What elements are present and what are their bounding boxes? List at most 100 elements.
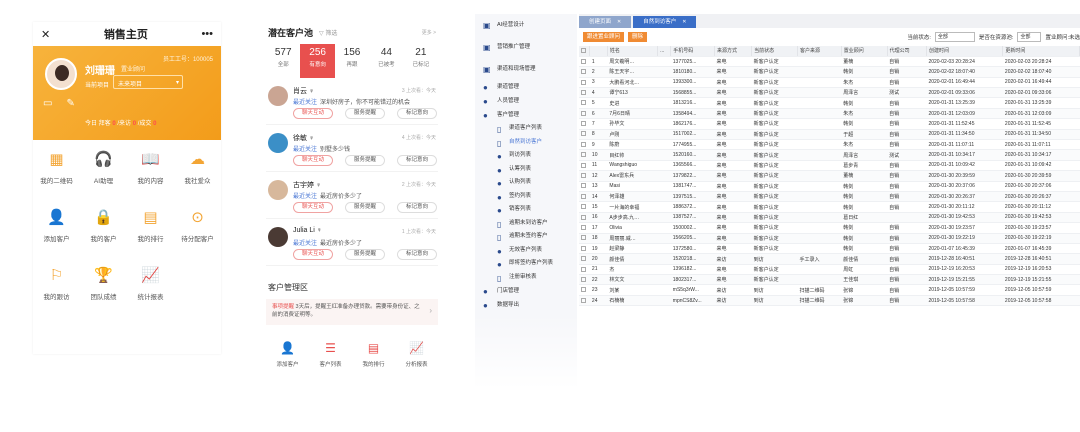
list-item[interactable]: 古宇婷 ♀ 2 上次看：今天 最近关注 最近房价多少了 聊天互动 服务提醒 标记意向 (266, 172, 438, 219)
checkbox[interactable] (581, 276, 586, 282)
table-row[interactable]: 15 一片海的幸福 1886372... 来电 新客户认定 韩剑 自销 2020-01-30 … (579, 201, 1080, 213)
reminder-notice[interactable]: 事项提醒 3天后，提醒王红准备办理贷款。需要带身份证、之前的消费证明等。 › (266, 299, 438, 325)
tab[interactable]: 自然到访客户 ✕ (633, 16, 697, 28)
checkbox[interactable] (581, 245, 586, 251)
sidebar-item[interactable]: ● 渠道管理 (475, 80, 577, 94)
sidebar-item[interactable]: ▯ 逾期未签约客户 (475, 230, 577, 244)
status-filter-select[interactable]: 全部 (934, 32, 975, 42)
stat-tab[interactable]: 577 全部 (266, 44, 300, 78)
list-item[interactable]: 肖云 ♀ 3 上次看：今天 最近关注 深圳好房子，你不可能错过的机会 聊天互动 服务提醒标… (266, 78, 438, 125)
table-row[interactable]: 4 谭宁613 1568855... 来电 新客户认定 周泽言 测试 2020-02-01 0… (579, 87, 1080, 99)
stat-tab[interactable]: 156 再跟 (335, 44, 369, 78)
adviser-filter-value[interactable]: 未选 (1069, 33, 1080, 41)
column-header[interactable]: 手机号码 (670, 46, 715, 57)
column-header[interactable]: ... (657, 46, 672, 57)
close-icon[interactable]: ✕ (617, 19, 621, 25)
card-icon[interactable]: ▭ (43, 98, 52, 109)
checkbox[interactable] (581, 204, 586, 210)
list-item[interactable]: 徐敏 ♀ 4 上次看：今天 最近关注 别墅多少钱 聊天互动 服务提醒 标记意向 (266, 125, 438, 172)
table-row[interactable]: 21 杰 1396182... 来电 新客户认定 周虹 自销 2019-12-19 16:20… (579, 264, 1080, 276)
more-link[interactable]: 更多 > (422, 29, 436, 36)
sidebar-item[interactable]: ● 到访列表 (475, 149, 577, 163)
table-row[interactable]: 8 卢刚 1517002... 来电 新客户认定 于超 自销 2020-01-31 11:34… (579, 129, 1080, 141)
sidebar-item[interactable]: ● 认购列表 (475, 176, 577, 190)
checkbox[interactable] (581, 48, 586, 54)
remind-button[interactable]: 服务提醒 (345, 108, 386, 119)
column-header[interactable]: 创建时间 (926, 46, 1004, 57)
checkbox[interactable] (581, 266, 586, 272)
table-row[interactable]: 20 颜佳倩 1520218... 来访 到访 手工录入 颜佳倩 自销 2019-12-28 1… (579, 253, 1080, 265)
remind-button[interactable]: 服务提醒 (345, 155, 386, 166)
menu-item[interactable]: ⊙ 待分配客户 (174, 202, 221, 248)
sidebar-item[interactable]: ▣ 营销推广管理 (475, 36, 577, 58)
checkbox[interactable] (581, 287, 586, 293)
tab[interactable]: 创建页面 ✕ (579, 16, 632, 28)
menu-item[interactable]: ▤ 我的排行 (127, 202, 174, 248)
checkbox[interactable] (581, 256, 586, 262)
delete-button[interactable]: 删除 (628, 32, 648, 42)
table-row[interactable]: 24 石楠楠 mpnCS8Zv... 来访 到访 扫描二维码 张锦 自销 2019-12-05 … (579, 295, 1080, 307)
table-row[interactable]: 18 周丽丽.威… 1566205... 来电 新客户认定 韩剑 自销 2020-01-30 … (579, 233, 1080, 244)
table-row[interactable]: 19 赵梁静 1372580... 来电 新客户认定 韩剑 自销 2020-01-07 16:… (579, 243, 1080, 255)
pool-filter-select[interactable]: 全部 (1017, 32, 1042, 42)
column-header[interactable]: 来源方式 (714, 46, 753, 57)
checkbox[interactable] (581, 152, 586, 158)
menu-item[interactable]: ▦ 我的二维码 (33, 144, 80, 190)
close-icon[interactable]: ✕ (41, 28, 50, 41)
sidebar-item[interactable]: ▯ 自然到访客户 (475, 136, 577, 150)
stat-tab[interactable]: 256 有意向 (300, 44, 335, 78)
sidebar-item[interactable]: ▣ 渠道和现场管理 (475, 58, 577, 80)
sidebar-item[interactable]: ▯ 逾期未到访客户 (475, 217, 577, 231)
column-header[interactable]: 姓名 (607, 46, 659, 57)
tool-item[interactable]: ☰ 客户列表 (309, 341, 352, 368)
chat-button[interactable]: 聊天互动 (293, 249, 334, 260)
table-row[interactable]: 6 7月6日晴 1358494... 来电 新客户认定 朱杰 自销 2020-01-31 12… (579, 108, 1080, 120)
checkbox[interactable] (581, 79, 586, 85)
menu-item[interactable]: ⚐ 我的跟访 (33, 260, 80, 306)
checkbox[interactable] (581, 141, 586, 147)
sidebar-item[interactable]: ● 数据导出 (475, 298, 577, 312)
stat-tab[interactable]: 21 已标记 (404, 44, 438, 78)
table-row[interactable]: 13 Masi 1381747... 来电 新客户认定 韩剑 自销 2020-01-30 20… (579, 181, 1080, 192)
table-row[interactable]: 14 何泽雄 1397515... 来电 新客户认定 韩剑 自销 2020-01-30 20:… (579, 191, 1080, 203)
sidebar-item[interactable]: ▯ 渠道客户列表 (475, 122, 577, 136)
checkbox[interactable] (581, 193, 586, 199)
tool-item[interactable]: 📈 分析报表 (395, 341, 438, 368)
chat-button[interactable]: 聊天互动 (293, 108, 334, 119)
avatar[interactable] (45, 58, 77, 90)
remind-button[interactable]: 服务提醒 (345, 202, 386, 213)
checkbox[interactable] (581, 58, 586, 64)
filter-button[interactable]: ▽ 筛选 (319, 28, 337, 37)
sidebar-item[interactable]: ● 客户管理 (475, 108, 577, 122)
tool-item[interactable]: 👤 添加客户 (266, 341, 309, 368)
stat-tab[interactable]: 44 已被考 (369, 44, 403, 78)
menu-item[interactable]: 📖 我的内容 (127, 144, 174, 190)
column-header[interactable]: 更新时间 (1002, 46, 1080, 57)
menu-item[interactable]: 🏆 团队成绩 (80, 260, 127, 306)
more-icon[interactable]: ••• (201, 28, 213, 40)
column-header[interactable]: 置业顾问 (841, 46, 888, 57)
checkbox[interactable] (581, 183, 586, 189)
table-row[interactable]: 9 陈蔚 1774955... 来电 新客户认定 朱杰 自销 2020-01-31 11:07… (579, 139, 1080, 151)
table-row[interactable]: 12 Alex雷东兵 1379822... 来电 新客户认定 董楠 自销 2020-01-30… (579, 170, 1080, 182)
checkbox[interactable] (581, 100, 586, 106)
avatar[interactable] (268, 133, 288, 153)
column-header[interactable]: 当前状态 (751, 46, 799, 57)
avatar[interactable] (268, 227, 288, 247)
menu-item[interactable]: 👤 添加客户 (33, 202, 80, 248)
assign-adviser-button[interactable]: 跟进置业顾问 (583, 32, 625, 42)
project-select[interactable]: 未来项目 ▾ (113, 75, 183, 89)
checkbox[interactable] (581, 89, 586, 95)
sidebar-item[interactable]: ● 销客列表 (475, 203, 577, 217)
sidebar-item[interactable]: ● 即将签约客户列表 (475, 257, 577, 271)
checkbox[interactable] (581, 131, 586, 137)
sidebar-item[interactable]: ● 认筹列表 (475, 163, 577, 177)
menu-item[interactable]: 🔒 我的客户 (80, 202, 127, 248)
checkbox[interactable] (581, 121, 586, 127)
sidebar-item[interactable]: ▯ 注册审核表 (475, 271, 577, 285)
table-row[interactable]: 23 刘某 mS5q3rW... 来访 到访 扫描二维码 张锦 自销 2019-12-05 10… (579, 284, 1080, 296)
column-header[interactable] (579, 46, 591, 57)
table-row[interactable]: 17 Olivia 1500002... 来电 新客户认定 韩剑 自销 2020-01-30 … (579, 222, 1080, 234)
column-header[interactable] (589, 46, 608, 57)
checkbox[interactable] (581, 69, 586, 75)
